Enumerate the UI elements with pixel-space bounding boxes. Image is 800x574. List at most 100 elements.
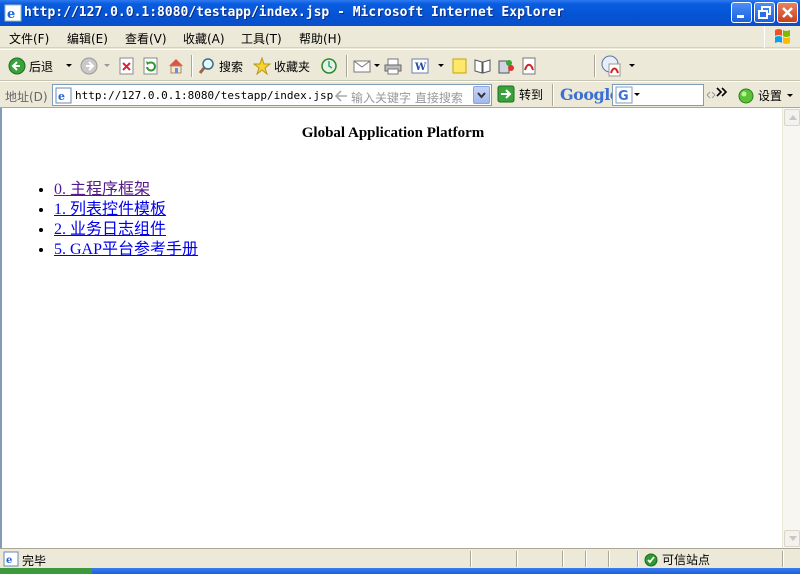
address-bar: 地址(D) e http://127.0.0.1:8080/testapp/in… — [0, 81, 800, 108]
link-gap-reference-manual[interactable]: 5. GAP平台参考手册 — [54, 241, 198, 258]
stop-icon — [119, 57, 134, 75]
stop-button[interactable] — [119, 56, 135, 76]
chevron-up-icon — [789, 115, 797, 120]
list-item: 5. GAP平台参考手册 — [54, 240, 198, 260]
link-main-framework[interactable]: 0. 主程序框架 — [54, 181, 150, 198]
chevron-right-icon[interactable] — [716, 87, 728, 97]
green-circle-icon — [738, 88, 754, 103]
print-button[interactable] — [384, 56, 402, 76]
note-button[interactable] — [451, 56, 469, 76]
word-edit-icon: W — [411, 58, 429, 74]
svg-text:e: e — [7, 7, 15, 22]
status-text: 完毕 — [22, 554, 47, 568]
research-button[interactable] — [474, 56, 492, 76]
pdf-icon — [522, 57, 536, 75]
svg-text:e: e — [58, 90, 65, 103]
search-button[interactable]: 搜索 — [198, 56, 243, 76]
book-icon — [474, 59, 491, 74]
search-label: 搜索 — [219, 59, 244, 74]
sticky-note-icon — [452, 58, 467, 74]
menu-tools[interactable]: 工具(T) — [241, 30, 282, 47]
refresh-button[interactable] — [143, 56, 159, 76]
toolbar-separator — [594, 55, 596, 77]
chevron-down-icon[interactable] — [437, 63, 445, 69]
link-business-log-component[interactable]: 2. 业务日志组件 — [54, 221, 166, 238]
list-item: 0. 主程序框架 — [54, 180, 198, 200]
go-arrow-icon — [497, 85, 515, 103]
minimize-button[interactable] — [731, 2, 752, 23]
link-list: 0. 主程序框架 1. 列表控件模板 2. 业务日志组件 5. GAP平台参考手… — [38, 180, 198, 260]
history-icon — [321, 58, 337, 74]
toolbar-separator — [346, 55, 348, 77]
forward-arrow-icon — [80, 57, 98, 75]
chevron-down-icon[interactable] — [103, 63, 111, 69]
messenger-button[interactable] — [497, 56, 515, 76]
home-icon — [169, 59, 183, 74]
address-hint: 输入关键字 直接搜索 — [351, 91, 463, 105]
close-button[interactable] — [777, 2, 798, 23]
start-button-edge — [0, 568, 92, 574]
security-zone[interactable]: 可信站点 — [644, 551, 710, 568]
address-url: http://127.0.0.1:8080/testapp/index.jsp — [75, 89, 334, 102]
address-label: 地址(D) — [5, 90, 48, 104]
favorites-label: 收藏夹 — [274, 59, 311, 74]
menu-favorites[interactable]: 收藏(A) — [183, 30, 225, 47]
chevron-down-icon[interactable] — [628, 63, 636, 69]
list-item: 1. 列表控件模板 — [54, 200, 198, 220]
chevron-down-icon[interactable] — [65, 63, 73, 69]
mail-icon — [353, 60, 371, 73]
pdf-tool-button[interactable] — [521, 56, 539, 76]
history-button[interactable] — [320, 56, 338, 76]
vertical-scrollbar[interactable] — [782, 108, 800, 548]
go-button[interactable]: 转到 — [497, 85, 543, 103]
menu-file[interactable]: 文件(F) — [9, 30, 49, 47]
window-title: http://127.0.0.1:8080/testapp/index.jsp … — [24, 5, 565, 20]
menu-view[interactable]: 查看(V) — [125, 30, 167, 47]
google-toolbar-arrows-icon[interactable] — [706, 90, 716, 100]
restore-button[interactable] — [754, 2, 775, 23]
arrow-left-icon — [334, 90, 347, 102]
google-logo: Google — [560, 85, 620, 104]
address-input[interactable]: e http://127.0.0.1:8080/testapp/index.js… — [52, 84, 492, 106]
scroll-down-button[interactable] — [784, 530, 800, 547]
acrobat-button[interactable] — [600, 55, 636, 77]
title-bar: e http://127.0.0.1:8080/testapp/index.js… — [0, 0, 800, 26]
menu-edit[interactable]: 编辑(E) — [67, 30, 108, 47]
standard-toolbar: 后退 搜索 收藏夹 W — [0, 49, 800, 81]
go-label: 转到 — [519, 87, 544, 102]
edit-button[interactable]: W — [411, 56, 445, 76]
status-separator — [585, 551, 587, 567]
taskbar-edge — [0, 568, 800, 574]
home-button[interactable] — [167, 56, 185, 76]
forward-button[interactable] — [80, 56, 111, 76]
search-icon — [198, 58, 214, 74]
page-icon: e — [55, 87, 72, 104]
status-separator — [608, 551, 610, 567]
status-separator — [470, 551, 472, 567]
printer-icon — [384, 58, 402, 75]
svg-text:W: W — [414, 62, 427, 73]
status-separator — [516, 551, 518, 567]
mail-button[interactable] — [353, 56, 381, 76]
google-search-input[interactable]: G — [612, 84, 704, 106]
chevron-down-icon — [789, 536, 797, 541]
back-button[interactable]: 后退 — [8, 56, 73, 76]
page-title: Global Application Platform — [301, 125, 485, 141]
link-list-control-template[interactable]: 1. 列表控件模板 — [54, 201, 166, 218]
page-done-icon: e — [3, 551, 19, 567]
refresh-icon — [143, 57, 158, 75]
chevron-down-icon — [477, 92, 486, 99]
settings-label: 设置 — [758, 89, 783, 103]
zone-label: 可信站点 — [662, 553, 711, 567]
acrobat-pdf-icon — [601, 55, 621, 77]
chevron-down-icon[interactable] — [373, 63, 381, 69]
toolbar-separator — [191, 55, 193, 77]
svg-text:e: e — [6, 555, 12, 566]
google-g-icon[interactable]: G — [615, 86, 641, 104]
menu-help[interactable]: 帮助(H) — [299, 30, 341, 47]
address-dropdown-button[interactable] — [473, 86, 490, 104]
scroll-up-button[interactable] — [784, 109, 800, 126]
status-separator — [562, 551, 564, 567]
settings-button[interactable]: 设置 — [738, 87, 794, 104]
favorites-button[interactable]: 收藏夹 — [253, 56, 310, 76]
